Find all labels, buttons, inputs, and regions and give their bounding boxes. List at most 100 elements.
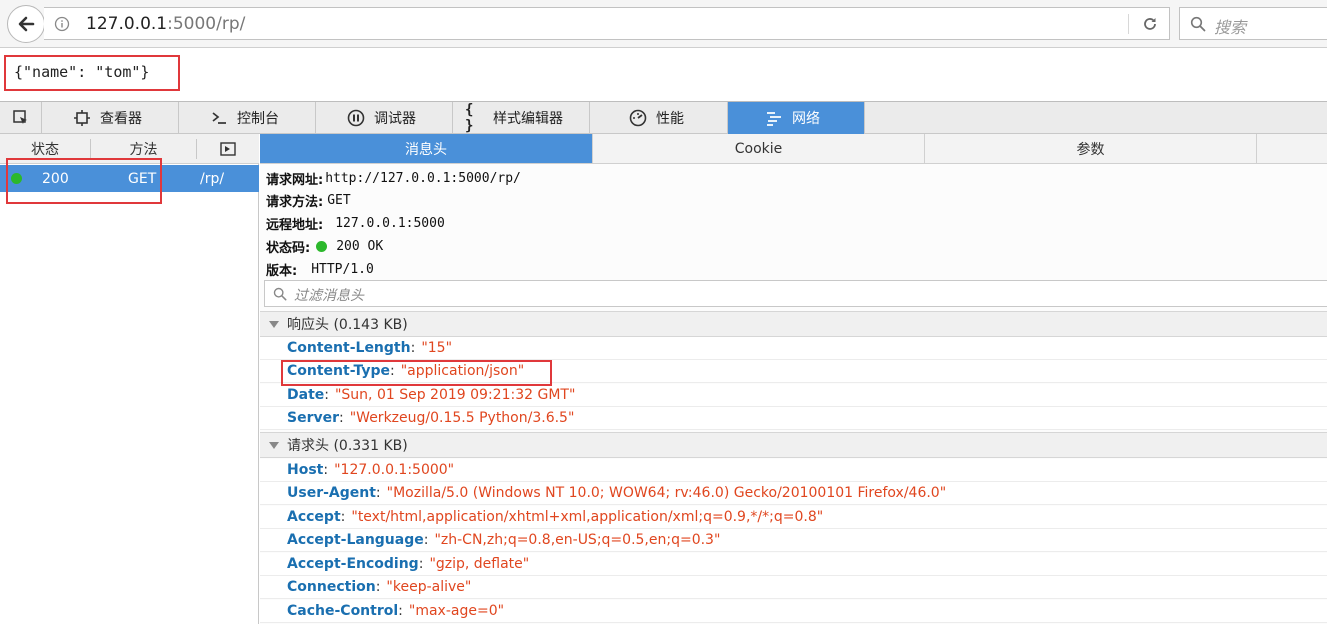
header-colon: : xyxy=(375,579,381,595)
summary-value: GET xyxy=(327,192,351,208)
header-name: Accept-Encoding xyxy=(287,556,419,572)
header-value: "zh-CN,zh;q=0.8,en-US;q=0.5,en;q=0.3" xyxy=(434,532,721,548)
tab-label: 调试器 xyxy=(374,111,416,127)
highlight-box xyxy=(6,158,162,204)
header-colon: : xyxy=(423,532,429,548)
header-colon: : xyxy=(323,462,329,478)
json-response-text: {"name": "tom"} xyxy=(4,55,180,91)
header-value: "Sun, 01 Sep 2019 09:21:32 GMT" xyxy=(334,387,576,403)
header-value: "gzip, deflate" xyxy=(429,556,530,572)
toggle-sidebar-button[interactable] xyxy=(197,134,259,163)
tab-style-editor[interactable]: { } 样式编辑器 xyxy=(453,102,590,134)
style-editor-icon: { } xyxy=(465,102,474,134)
urlbar-divider xyxy=(1128,14,1129,34)
summary-version: 版本: HTTP/1.0 xyxy=(266,258,374,280)
tab-console[interactable]: 控制台 xyxy=(179,102,316,134)
element-picker-button[interactable] xyxy=(0,102,42,134)
search-icon xyxy=(1190,16,1206,32)
url-bar[interactable]: 127.0.0.1:5000/rp/ xyxy=(44,7,1170,40)
inspector-icon xyxy=(72,110,92,126)
header-colon: : xyxy=(418,556,424,572)
reload-button[interactable] xyxy=(1138,13,1162,35)
header-colon: : xyxy=(375,485,381,501)
header-name: User-Agent xyxy=(287,485,376,501)
tab-debugger[interactable]: 调试器 xyxy=(316,102,453,134)
header-name: Content-Length xyxy=(287,340,411,356)
tab-cookies[interactable]: Cookie xyxy=(593,134,925,163)
tab-label: 性能 xyxy=(656,111,684,127)
collapse-triangle-icon xyxy=(269,320,279,328)
filter-headers-input[interactable]: 过滤消息头 xyxy=(264,280,1327,307)
devtools-toolbar: 查看器 控制台 调试器 { } 样式编辑器 性能 网络 xyxy=(0,101,1327,134)
tab-network[interactable]: 网络 xyxy=(728,102,865,134)
page-content: {"name": "tom"} xyxy=(0,48,1327,101)
header-name: Host xyxy=(287,462,324,478)
tab-performance[interactable]: 性能 xyxy=(590,102,728,134)
tab-headers[interactable]: 消息头 xyxy=(260,134,593,163)
header-row[interactable]: Accept: "text/html,application/xhtml+xml,… xyxy=(260,506,1327,529)
header-colon: : xyxy=(398,603,403,619)
details-tabs: 消息头 Cookie 参数 xyxy=(260,134,1327,164)
request-headers-toggle[interactable]: 请求头 (0.331 KB) xyxy=(260,432,1327,458)
info-icon[interactable] xyxy=(54,16,70,32)
header-row[interactable]: Content-Length: "15" xyxy=(260,337,1327,360)
header-value: "Werkzeug/0.15.5 Python/3.6.5" xyxy=(349,410,575,426)
header-value: "max-age=0" xyxy=(408,603,505,619)
header-row[interactable]: Date: "Sun, 01 Sep 2019 09:21:32 GMT" xyxy=(260,384,1327,407)
header-row[interactable]: Server: "Werkzeug/0.15.5 Python/3.6.5" xyxy=(260,407,1327,430)
header-colon: : xyxy=(324,387,329,403)
summary-url: 请求网址: http://127.0.0.1:5000/rp/ xyxy=(266,167,521,189)
header-value: "keep-alive" xyxy=(386,579,472,595)
header-row[interactable]: Accept-Encoding: "gzip, deflate" xyxy=(260,553,1327,576)
header-row[interactable]: Cache-Control: "max-age=0" xyxy=(260,600,1327,623)
network-icon xyxy=(764,110,784,126)
summary-remote: 远程地址: 127.0.0.1:5000 xyxy=(266,212,445,234)
summary-method: 请求方法: GET xyxy=(266,189,351,211)
summary-value: HTTP/1.0 xyxy=(311,261,374,277)
header-value: "Mozilla/5.0 (Windows NT 10.0; WOW64; rv… xyxy=(386,485,947,501)
header-row[interactable]: Accept-Language: "zh-CN,zh;q=0.8,en-US;q=… xyxy=(260,529,1327,552)
header-name: Server xyxy=(287,410,340,426)
tab-label: 样式编辑器 xyxy=(493,111,563,127)
summary-label: 请求方法: xyxy=(266,194,324,210)
header-name: Connection xyxy=(287,579,376,595)
request-list-panel: 状态 方法 200 GET /rp/ xyxy=(0,134,259,624)
response-headers-toggle[interactable]: 响应头 (0.143 KB) xyxy=(260,311,1327,337)
summary-label: 请求网址: xyxy=(266,172,324,188)
collapse-triangle-icon xyxy=(269,441,279,449)
header-name: Cache-Control xyxy=(287,603,399,619)
request-details-panel: 消息头 Cookie 参数 请求网址: http://127.0.0.1:500… xyxy=(260,134,1327,624)
browser-toolbar: 127.0.0.1:5000/rp/ 搜索 xyxy=(0,0,1327,48)
search-placeholder: 搜索 xyxy=(1214,18,1247,37)
reload-icon xyxy=(1144,18,1156,30)
request-file: /rp/ xyxy=(200,170,225,187)
tab-inspector[interactable]: 查看器 xyxy=(42,102,179,134)
summary-status: 状态码: 200 OK xyxy=(266,235,383,257)
search-box[interactable]: 搜索 xyxy=(1179,7,1327,40)
header-colon: : xyxy=(340,509,346,525)
back-button[interactable] xyxy=(7,5,45,43)
header-value: "127.0.0.1:5000" xyxy=(334,462,455,478)
summary-value: http://127.0.0.1:5000/rp/ xyxy=(325,170,521,186)
status-dot-icon xyxy=(316,240,328,252)
header-row[interactable]: User-Agent: "Mozilla/5.0 (Windows NT 10.0… xyxy=(260,482,1327,505)
url-host: 127.0.0.1 xyxy=(86,14,168,34)
header-name: Accept xyxy=(287,509,341,525)
header-value: "15" xyxy=(421,340,453,356)
summary-label: 状态码: xyxy=(266,240,311,256)
tab-label: 查看器 xyxy=(100,111,142,127)
highlight-box xyxy=(281,360,552,386)
request-headers-title: 请求头 (0.331 KB) xyxy=(287,438,408,454)
header-row[interactable]: Connection: "keep-alive" xyxy=(260,576,1327,599)
header-row[interactable]: Host: "127.0.0.1:5000" xyxy=(260,459,1327,482)
url-text[interactable]: 127.0.0.1:5000/rp/ xyxy=(86,14,245,34)
tab-params[interactable]: 参数 xyxy=(925,134,1257,163)
search-icon xyxy=(273,287,287,301)
summary-value: 200 OK xyxy=(336,238,384,254)
header-name: Date xyxy=(287,387,325,403)
tab-label: 控制台 xyxy=(237,111,279,127)
header-colon: : xyxy=(410,340,416,356)
header-colon: : xyxy=(339,410,344,426)
sidebar-toggle-icon xyxy=(220,141,236,156)
summary-value: 127.0.0.1:5000 xyxy=(335,215,445,231)
